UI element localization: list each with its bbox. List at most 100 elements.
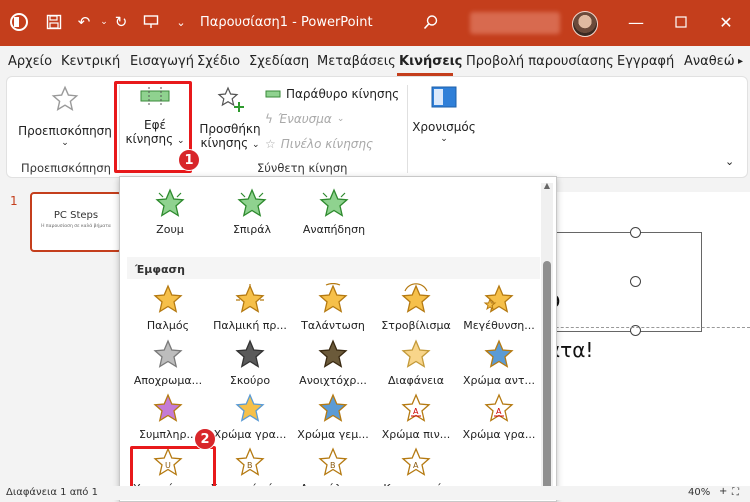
timing-button[interactable]: Χρονισμός ⌄ [409,85,479,144]
add-animation-button[interactable]: Προσθήκη κίνησης ⌄ [195,85,265,150]
effect-label: Χρώμα αντ... [463,374,535,387]
fit-slide-icon[interactable]: ⛶ [732,487,739,498]
tab-home[interactable]: Κεντρική [61,54,120,69]
search-icon[interactable] [420,11,442,33]
effect-star-icon [483,284,514,313]
section-header [127,257,540,279]
zoom-in-icon[interactable]: + [719,486,727,497]
account-name[interactable] [470,12,560,34]
resize-handle[interactable] [630,276,641,287]
effect-emphasis-2-2[interactable]: Χρώμα γεμ... [292,392,374,441]
redo-icon[interactable]: ↻ [110,11,132,33]
tab-review[interactable]: Αναθεώ [684,54,735,69]
tabs-scroll-right-icon[interactable]: ▸ [738,56,743,67]
minimize-icon[interactable]: — [625,11,647,33]
preview-label: Προεπισκόπηση [18,124,112,138]
callout-badge-1: 1 [178,149,200,171]
effect-emphasis-1-4[interactable]: Χρώμα αντ... [458,338,540,387]
maximize-icon[interactable] [670,11,692,33]
emphasis-section-title: Έμφαση [135,263,185,276]
effect-emphasis-2-4[interactable]: A Χρώμα γρα... [458,392,540,441]
tab-insert[interactable]: Εισαγωγή [130,54,194,69]
present-icon[interactable] [140,11,162,33]
painter-star-icon: ☆ [265,137,276,151]
animation-painter-button[interactable]: ☆ Πινέλο κίνησης [265,137,373,151]
thumbnail-title: PC Steps [53,210,99,221]
effect-emphasis-0-1[interactable]: Παλμική πρ... [209,283,291,332]
effect-emphasis-0-0[interactable]: Παλμός [127,283,209,332]
save-icon[interactable] [43,11,65,33]
scroll-up-icon[interactable]: ▲ [541,181,553,191]
effect-star-icon [319,188,349,217]
svg-text:A: A [413,461,419,470]
effect-emphasis-0-2[interactable]: Ταλάντωση [292,283,374,332]
animation-pane-button[interactable]: Παράθυρο κίνησης [265,87,399,101]
scrollbar-thumb[interactable] [543,261,551,499]
effect-spiral-star[interactable]: Σπιράλ [211,187,293,236]
effect-emphasis-1-1[interactable]: Σκούρο [209,338,291,387]
collapse-ribbon-icon[interactable]: ⌄ [725,155,734,168]
powerpoint-logo-icon [8,11,30,33]
effect-star-icon: A [484,393,514,422]
tab-draw[interactable]: Σχέδιο [197,54,240,69]
effect-star-icon [153,393,183,422]
group-divider [407,85,408,173]
animation-pane-label: Παράθυρο κίνησης [286,87,400,101]
customize-quick-access-icon[interactable]: ⌄ [170,11,192,33]
effect-label: Διαφάνεια [387,374,445,387]
effect-bounce-star[interactable]: Αναπήδηση [293,187,375,236]
window-title: Παρουσίαση1 - PowerPoint [200,15,373,30]
effect-emphasis-2-3[interactable]: A Χρώμα πιν... [375,392,457,441]
effect-star-icon [235,393,265,422]
effect-star-icon [318,393,348,422]
avatar[interactable] [572,11,598,37]
status-bar: Διαφάνεια 1 από 1 40% + ⛶ [0,486,750,500]
ribbon-tabs: Αρχείο Κεντρική Εισαγωγή Σχέδιο Σχεδίαση… [0,46,750,76]
effect-star-icon [401,339,431,368]
advanced-group-label: Σύνθετη κίνηση [257,161,348,175]
effect-label: Σπιράλ [232,223,272,236]
chevron-down-icon: ⌄ [251,140,260,150]
effect-label: Χρώμα γεμ... [297,428,369,441]
effect-label: Στροβίλισμα [381,319,451,332]
tab-animations[interactable]: Κινήσεις [399,54,462,69]
lightning-icon: ϟ [265,112,273,126]
tab-file[interactable]: Αρχείο [8,54,52,69]
effect-star-icon [153,284,183,313]
effect-zoom-star[interactable]: Ζουμ [129,187,211,236]
tab-slide-show[interactable]: Προβολή παρουσίασης [466,54,614,69]
tab-design[interactable]: Σχεδίαση [249,54,309,69]
svg-text:A: A [413,407,419,416]
effect-emphasis-1-3[interactable]: Διαφάνεια [375,338,457,387]
add-animation-label-1: Προσθήκη [199,122,261,136]
chevron-down-icon: ⌄ [440,134,448,144]
effect-emphasis-1-0[interactable]: Αποχρωμα... [127,338,209,387]
close-icon[interactable]: ✕ [715,11,737,33]
undo-icon[interactable]: ↶ [73,11,95,33]
svg-text:A: A [496,407,502,416]
effect-label: Αποχρωμα... [133,374,203,387]
resize-handle[interactable] [630,227,641,238]
slide-thumbnail[interactable]: PC Steps Η παρουσίαση σε καλά βήματα [30,192,122,252]
tab-transitions[interactable]: Μεταβάσεις [317,54,396,69]
effect-emphasis-1-2[interactable]: Ανοιχτόχρ... [292,338,374,387]
effect-emphasis-0-4[interactable]: Μεγέθυνση... [458,283,540,332]
effect-label: Σκούρο [229,374,271,387]
trigger-label: Έναυσμα [277,112,332,126]
timing-icon [431,86,457,108]
preview-button[interactable]: Προεπισκόπηση ⌄ [11,85,119,148]
effect-star-icon: A [401,447,431,476]
effect-star-icon: B [235,447,265,476]
tab-record[interactable]: Εγγραφή [617,54,674,69]
effect-star-icon [153,339,183,368]
effect-emphasis-0-3[interactable]: Στροβίλισμα [375,283,457,332]
svg-text:B: B [247,461,253,470]
effect-label: Χρώμα γρα... [462,428,536,441]
zoom-level[interactable]: 40% [688,487,710,498]
effect-star-icon [155,188,185,217]
trigger-button[interactable]: ϟ Έναυσμα ⌄ [265,112,344,126]
effect-emphasis-2-1[interactable]: Χρώμα γρα... [209,392,291,441]
effect-star-icon [484,339,514,368]
animation-painter-label: Πινέλο κίνησης [280,137,373,151]
effect-star-icon [235,339,265,368]
